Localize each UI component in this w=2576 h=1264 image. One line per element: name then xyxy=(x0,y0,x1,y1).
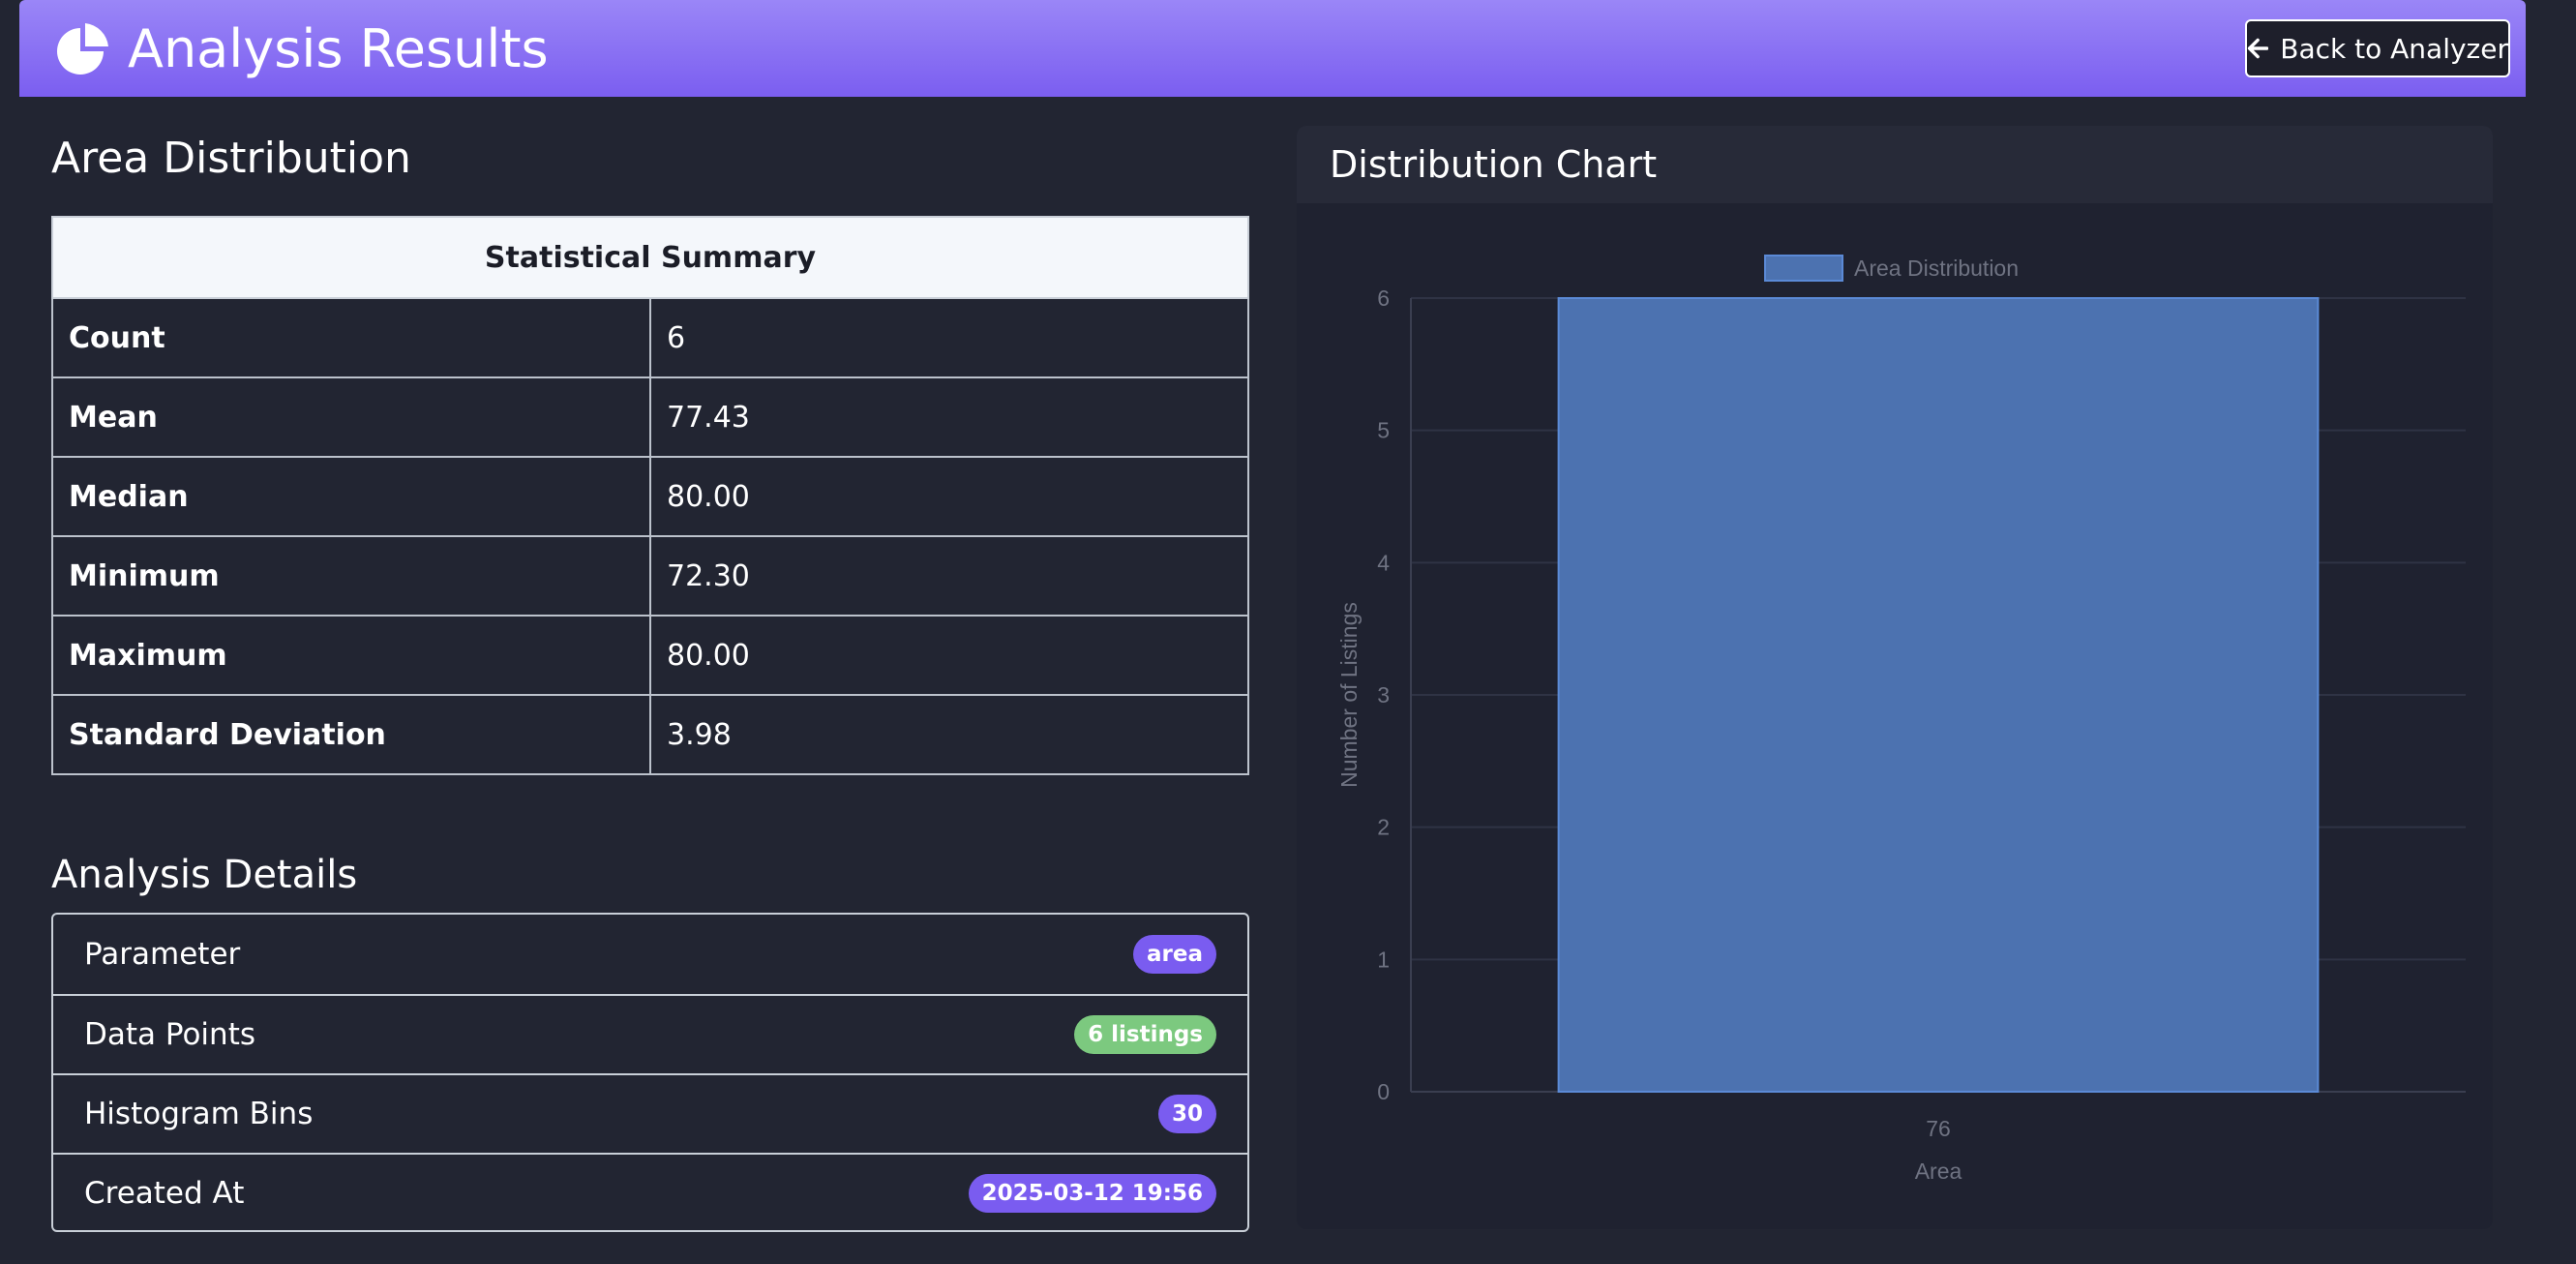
list-item: Parameter area xyxy=(53,915,1247,994)
section-heading-analysis-details: Analysis Details xyxy=(51,853,358,897)
table-row: Standard Deviation 3.98 xyxy=(51,694,1249,775)
app-header: Analysis Results Back to Analyzer xyxy=(19,0,2526,97)
section-heading-area-distribution: Area Distribution xyxy=(51,134,411,183)
chart-bar xyxy=(1557,297,2320,1093)
table-row: Median 80.00 xyxy=(51,456,1249,537)
detail-label: Histogram Bins xyxy=(84,1097,314,1131)
detail-label: Created At xyxy=(84,1176,245,1211)
stat-value: 6 xyxy=(649,297,1249,378)
arrow-left-icon xyxy=(2247,38,2269,59)
table-header: Statistical Summary xyxy=(51,216,1249,299)
stat-label: Standard Deviation xyxy=(51,694,651,775)
table-row: Count 6 xyxy=(51,297,1249,378)
distribution-chart: 0 1 2 3 4 5 6 76 Area Number of Listings Area Dist… xyxy=(1336,255,2466,1184)
table-row: Minimum 72.30 xyxy=(51,535,1249,617)
statistical-summary-table: Statistical Summary Count 6 Mean 77.43 M… xyxy=(51,216,1249,775)
stat-value: 80.00 xyxy=(649,615,1249,696)
y-tick-label: 1 xyxy=(1377,947,1390,972)
table-row: Maximum 80.00 xyxy=(51,615,1249,696)
detail-label: Data Points xyxy=(84,1017,255,1052)
stat-value: 80.00 xyxy=(649,456,1249,537)
stat-value: 3.98 xyxy=(649,694,1249,775)
analysis-details-list: Parameter area Data Points 6 listings Hi… xyxy=(51,913,1249,1232)
stat-value: 72.30 xyxy=(649,535,1249,617)
stat-label: Count xyxy=(51,297,651,378)
stat-label: Mean xyxy=(51,376,651,458)
x-axis-title: Area xyxy=(1915,1159,1962,1184)
list-item: Created At 2025-03-12 19:56 xyxy=(53,1153,1247,1232)
y-tick-label: 4 xyxy=(1377,550,1390,575)
parameter-badge: area xyxy=(1133,935,1216,974)
stat-value: 77.43 xyxy=(649,376,1249,458)
y-tick-label: 3 xyxy=(1377,682,1390,707)
distribution-chart-card: Distribution Chart 0 1 2 3 4 5 6 76 Area Number o… xyxy=(1297,126,2493,1229)
list-item: Histogram Bins 30 xyxy=(53,1073,1247,1153)
x-tick-label: 76 xyxy=(1926,1116,1951,1141)
y-tick-label: 0 xyxy=(1377,1079,1390,1104)
y-tick-label: 5 xyxy=(1377,418,1390,443)
y-tick-label: 6 xyxy=(1377,286,1390,311)
stat-label: Minimum xyxy=(51,535,651,617)
detail-label: Parameter xyxy=(84,937,241,972)
created-at-badge: 2025-03-12 19:56 xyxy=(968,1174,1216,1213)
list-item: Data Points 6 listings xyxy=(53,994,1247,1073)
y-axis-title: Number of Listings xyxy=(1336,602,1362,788)
data-points-badge: 6 listings xyxy=(1074,1015,1216,1054)
legend-swatch xyxy=(1764,255,1843,282)
y-tick-label: 2 xyxy=(1377,815,1390,840)
stat-label: Median xyxy=(51,456,651,537)
back-to-analyzer-button[interactable]: Back to Analyzer xyxy=(2245,19,2510,77)
legend-label: Area Distribution xyxy=(1854,256,2019,281)
stat-label: Maximum xyxy=(51,615,651,696)
page-title: Analysis Results xyxy=(128,18,549,79)
back-button-label: Back to Analyzer xyxy=(2280,32,2508,65)
pie-chart-icon xyxy=(57,23,108,75)
histogram-bins-badge: 30 xyxy=(1157,1095,1216,1133)
table-row: Mean 77.43 xyxy=(51,376,1249,458)
